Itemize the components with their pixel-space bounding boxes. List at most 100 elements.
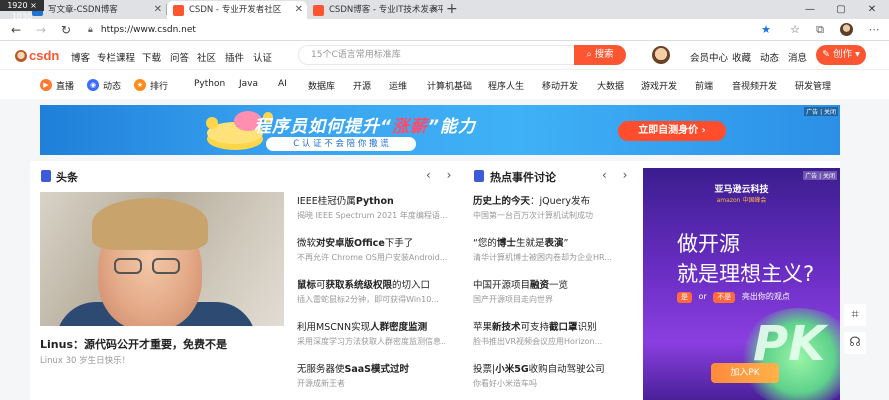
cat-mobile[interactable]: 移动开发 bbox=[542, 79, 578, 92]
dynamic-icon: ◉ bbox=[87, 79, 99, 91]
headline-section-icon bbox=[41, 170, 51, 182]
search-input[interactable]: 15个C语言常用标准库 bbox=[298, 45, 574, 65]
ad-tag[interactable]: 广告 | 关闭 bbox=[804, 107, 838, 116]
refresh-icon[interactable]: ↻ bbox=[58, 22, 74, 38]
minimize-button[interactable]: — bbox=[795, 0, 825, 19]
headlines-carousel-arrows[interactable]: ‹ › bbox=[426, 168, 457, 182]
sidebar-ad[interactable]: 广告 | 关闭 亚马逊云科技 amazon 中国峰会 做开源 就是理想主义? 是… bbox=[643, 168, 840, 400]
favorite-star-icon[interactable]: ★ bbox=[758, 22, 774, 38]
ad-brand: 亚马逊云科技 bbox=[714, 185, 769, 195]
hot-event-item[interactable]: “您的博士生就是表演” 清华计算机博士被困内卷却为企业HR... bbox=[473, 235, 623, 263]
hot-event-item[interactable]: 苹果新技术可支持截口罩识别 脸书推出VR视频会议应用Horizon... bbox=[473, 319, 623, 347]
csdn-logo[interactable]: csdn bbox=[15, 48, 59, 63]
screen-size-badge: 1920 × 1030 bbox=[0, 0, 44, 21]
cat-frontend[interactable]: 前端 bbox=[695, 79, 713, 92]
customer-service-icon[interactable]: ☊ bbox=[844, 332, 866, 354]
live-icon: ▶ bbox=[40, 79, 52, 91]
nav-certification[interactable]: 认证 bbox=[253, 50, 272, 64]
pen-icon: ✎ bbox=[822, 49, 834, 60]
tab-write-article[interactable]: 写文章-CSDN博客 ✕ bbox=[26, 1, 166, 19]
favorites-link[interactable]: 收藏 bbox=[732, 50, 751, 64]
hot-event-item[interactable]: 中国开源项目融资一览 国产开源项目走向世界 bbox=[473, 277, 623, 305]
profile-avatar-icon[interactable] bbox=[840, 23, 853, 36]
join-pk-button[interactable]: 加入PK bbox=[711, 363, 779, 383]
close-tab-icon[interactable]: ✕ bbox=[295, 1, 303, 19]
activity-link[interactable]: 动态 bbox=[760, 50, 779, 64]
tab-csdn-blog[interactable]: CSDN博客 - 专业IT技术发表平台 ✕ bbox=[307, 1, 443, 19]
close-tab-icon[interactable]: ✕ bbox=[431, 1, 439, 19]
close-window-button[interactable]: ✕ bbox=[857, 0, 887, 19]
nav-download[interactable]: 下载 bbox=[142, 50, 161, 64]
user-avatar[interactable] bbox=[652, 46, 670, 64]
headline-item[interactable]: 鼠标可获取系统级权限的切入口 插入雷蛇鼠标2分钟，即可获得Win10... bbox=[297, 277, 447, 305]
hot-event-item[interactable]: 历史上的今天：jQuery发布 中国第一台百万次计算机试制成功 bbox=[473, 193, 623, 221]
more-menu-icon[interactable]: ⋯ bbox=[866, 22, 882, 38]
qrcode-icon[interactable]: ⌗ bbox=[844, 304, 866, 326]
cat-av[interactable]: 音视频开发 bbox=[732, 79, 777, 92]
cat-java[interactable]: Java bbox=[239, 79, 258, 89]
csdn-favicon-icon bbox=[173, 5, 184, 16]
site-header: csdn 博客 专栏课程 下载 问答 社区 插件 认证 15个C语言常用标准库 … bbox=[0, 41, 889, 69]
new-tab-button[interactable]: + bbox=[446, 0, 458, 18]
headline-item[interactable]: 利用MSCNN实现人群密度监测 采用深度学习方法获取人群密度监测信息... bbox=[297, 319, 447, 347]
cat-opensource[interactable]: 开源 bbox=[353, 79, 371, 92]
member-center-link[interactable]: 会员中心 bbox=[690, 50, 728, 64]
ad-options: 是 or 不是 亮出你的观点 bbox=[677, 291, 790, 303]
hero-meta: Linux 30 岁生日快乐！ bbox=[40, 356, 131, 366]
hero-image[interactable] bbox=[40, 192, 284, 326]
ad-headline-2: 就是理想主义? bbox=[677, 262, 815, 286]
cat-database[interactable]: 数据库 bbox=[308, 79, 335, 92]
cat-cs-basics[interactable]: 计算机基础 bbox=[427, 79, 472, 92]
cat-programmer-life[interactable]: 程序人生 bbox=[488, 79, 524, 92]
nav-courses[interactable]: 专栏课程 bbox=[97, 50, 135, 64]
browser-toolbar: ← → ↻ 🔒︎ https://www.csdn.net ★ ☆ ⧉ ⋯ bbox=[0, 19, 889, 41]
cat-rank[interactable]: 排行 bbox=[150, 79, 168, 92]
back-arrow-icon[interactable]: ← bbox=[8, 22, 24, 38]
ad-brand-sub: amazon 中国峰会 bbox=[716, 197, 767, 204]
create-button[interactable]: ✎ 创作 ▾ bbox=[816, 45, 866, 65]
cat-ops[interactable]: 运维 bbox=[389, 79, 407, 92]
maximize-button[interactable]: ▢ bbox=[826, 0, 856, 19]
hot-events-section-icon bbox=[474, 170, 484, 182]
messages-link[interactable]: 消息 bbox=[788, 50, 807, 64]
headlines-title: 头条 bbox=[56, 171, 78, 184]
favorites-icon[interactable]: ☆ bbox=[787, 22, 803, 38]
hot-event-item[interactable]: 投票|小米5G收购自动驾驶公司 你看好小米造车吗 bbox=[473, 361, 623, 389]
rank-icon: ★ bbox=[134, 79, 146, 91]
hot-events-carousel-arrows[interactable]: ‹ › bbox=[602, 168, 633, 182]
ad-headline-1: 做开源 bbox=[677, 232, 740, 256]
url-text: https://www.csdn.net bbox=[100, 25, 196, 35]
banner-cta-button[interactable]: 立即自测身价 › bbox=[618, 121, 726, 141]
banner-subline: C 认 证 不 会 陪 你 撒 谎 bbox=[266, 137, 416, 151]
nav-qa[interactable]: 问答 bbox=[170, 50, 189, 64]
address-bar[interactable]: 🔒︎ https://www.csdn.net bbox=[88, 21, 778, 39]
browser-tab-bar: 1920 × 1030 写文章-CSDN博客 ✕ CSDN - 专业开发者社区 … bbox=[0, 0, 889, 21]
tab-csdn-home[interactable]: CSDN - 专业开发者社区 ✕ bbox=[167, 1, 307, 19]
cat-rd-management[interactable]: 研发管理 bbox=[795, 79, 831, 92]
cat-ai[interactable]: AI bbox=[278, 79, 287, 89]
headline-item[interactable]: 微软对安卓版Office下手了 不再允许 Chrome OS用户安装Androi… bbox=[297, 235, 447, 263]
cat-live[interactable]: 直播 bbox=[56, 79, 74, 92]
main-content: 头条 ‹ › Linus：源代码公开才重要，免费不是 Linux 30 岁生日快… bbox=[30, 161, 840, 400]
cat-gamedev[interactable]: 游戏开发 bbox=[641, 79, 677, 92]
tab-title: 写文章-CSDN博客 bbox=[48, 5, 118, 15]
promo-banner[interactable]: 程序员如何提升“涨薪”能力 C 认 证 不 会 陪 你 撒 谎 立即自测身价 ›… bbox=[40, 105, 840, 155]
cat-dynamic[interactable]: 动态 bbox=[103, 79, 121, 92]
csdn-mascot-icon bbox=[15, 50, 27, 62]
hero-caption[interactable]: Linus：源代码公开才重要，免费不是 bbox=[40, 336, 227, 352]
close-tab-icon[interactable]: ✕ bbox=[154, 1, 162, 19]
collections-icon[interactable]: ⧉ bbox=[812, 22, 828, 38]
cat-bigdata[interactable]: 大数据 bbox=[597, 79, 624, 92]
banner-headline: 程序员如何提升“涨薪”能力 bbox=[254, 117, 476, 137]
headline-item[interactable]: IEEE桂冠仍属Python 揭晓 IEEE Spectrum 2021 年度编… bbox=[297, 193, 447, 221]
cat-python[interactable]: Python bbox=[194, 79, 225, 89]
search-button[interactable]: ⌕ 搜索 bbox=[574, 45, 626, 65]
ad-tag[interactable]: 广告 | 关闭 bbox=[803, 171, 837, 180]
headline-item[interactable]: 无服务器使SaaS模式过时 开源成新王者 bbox=[297, 361, 447, 389]
chevron-down-icon: ▾ bbox=[855, 49, 860, 60]
nav-blog[interactable]: 博客 bbox=[71, 50, 90, 64]
chevron-right-icon: › bbox=[701, 125, 706, 136]
forward-arrow-icon[interactable]: → bbox=[33, 22, 49, 38]
nav-plugins[interactable]: 插件 bbox=[225, 50, 244, 64]
nav-community[interactable]: 社区 bbox=[197, 50, 216, 64]
